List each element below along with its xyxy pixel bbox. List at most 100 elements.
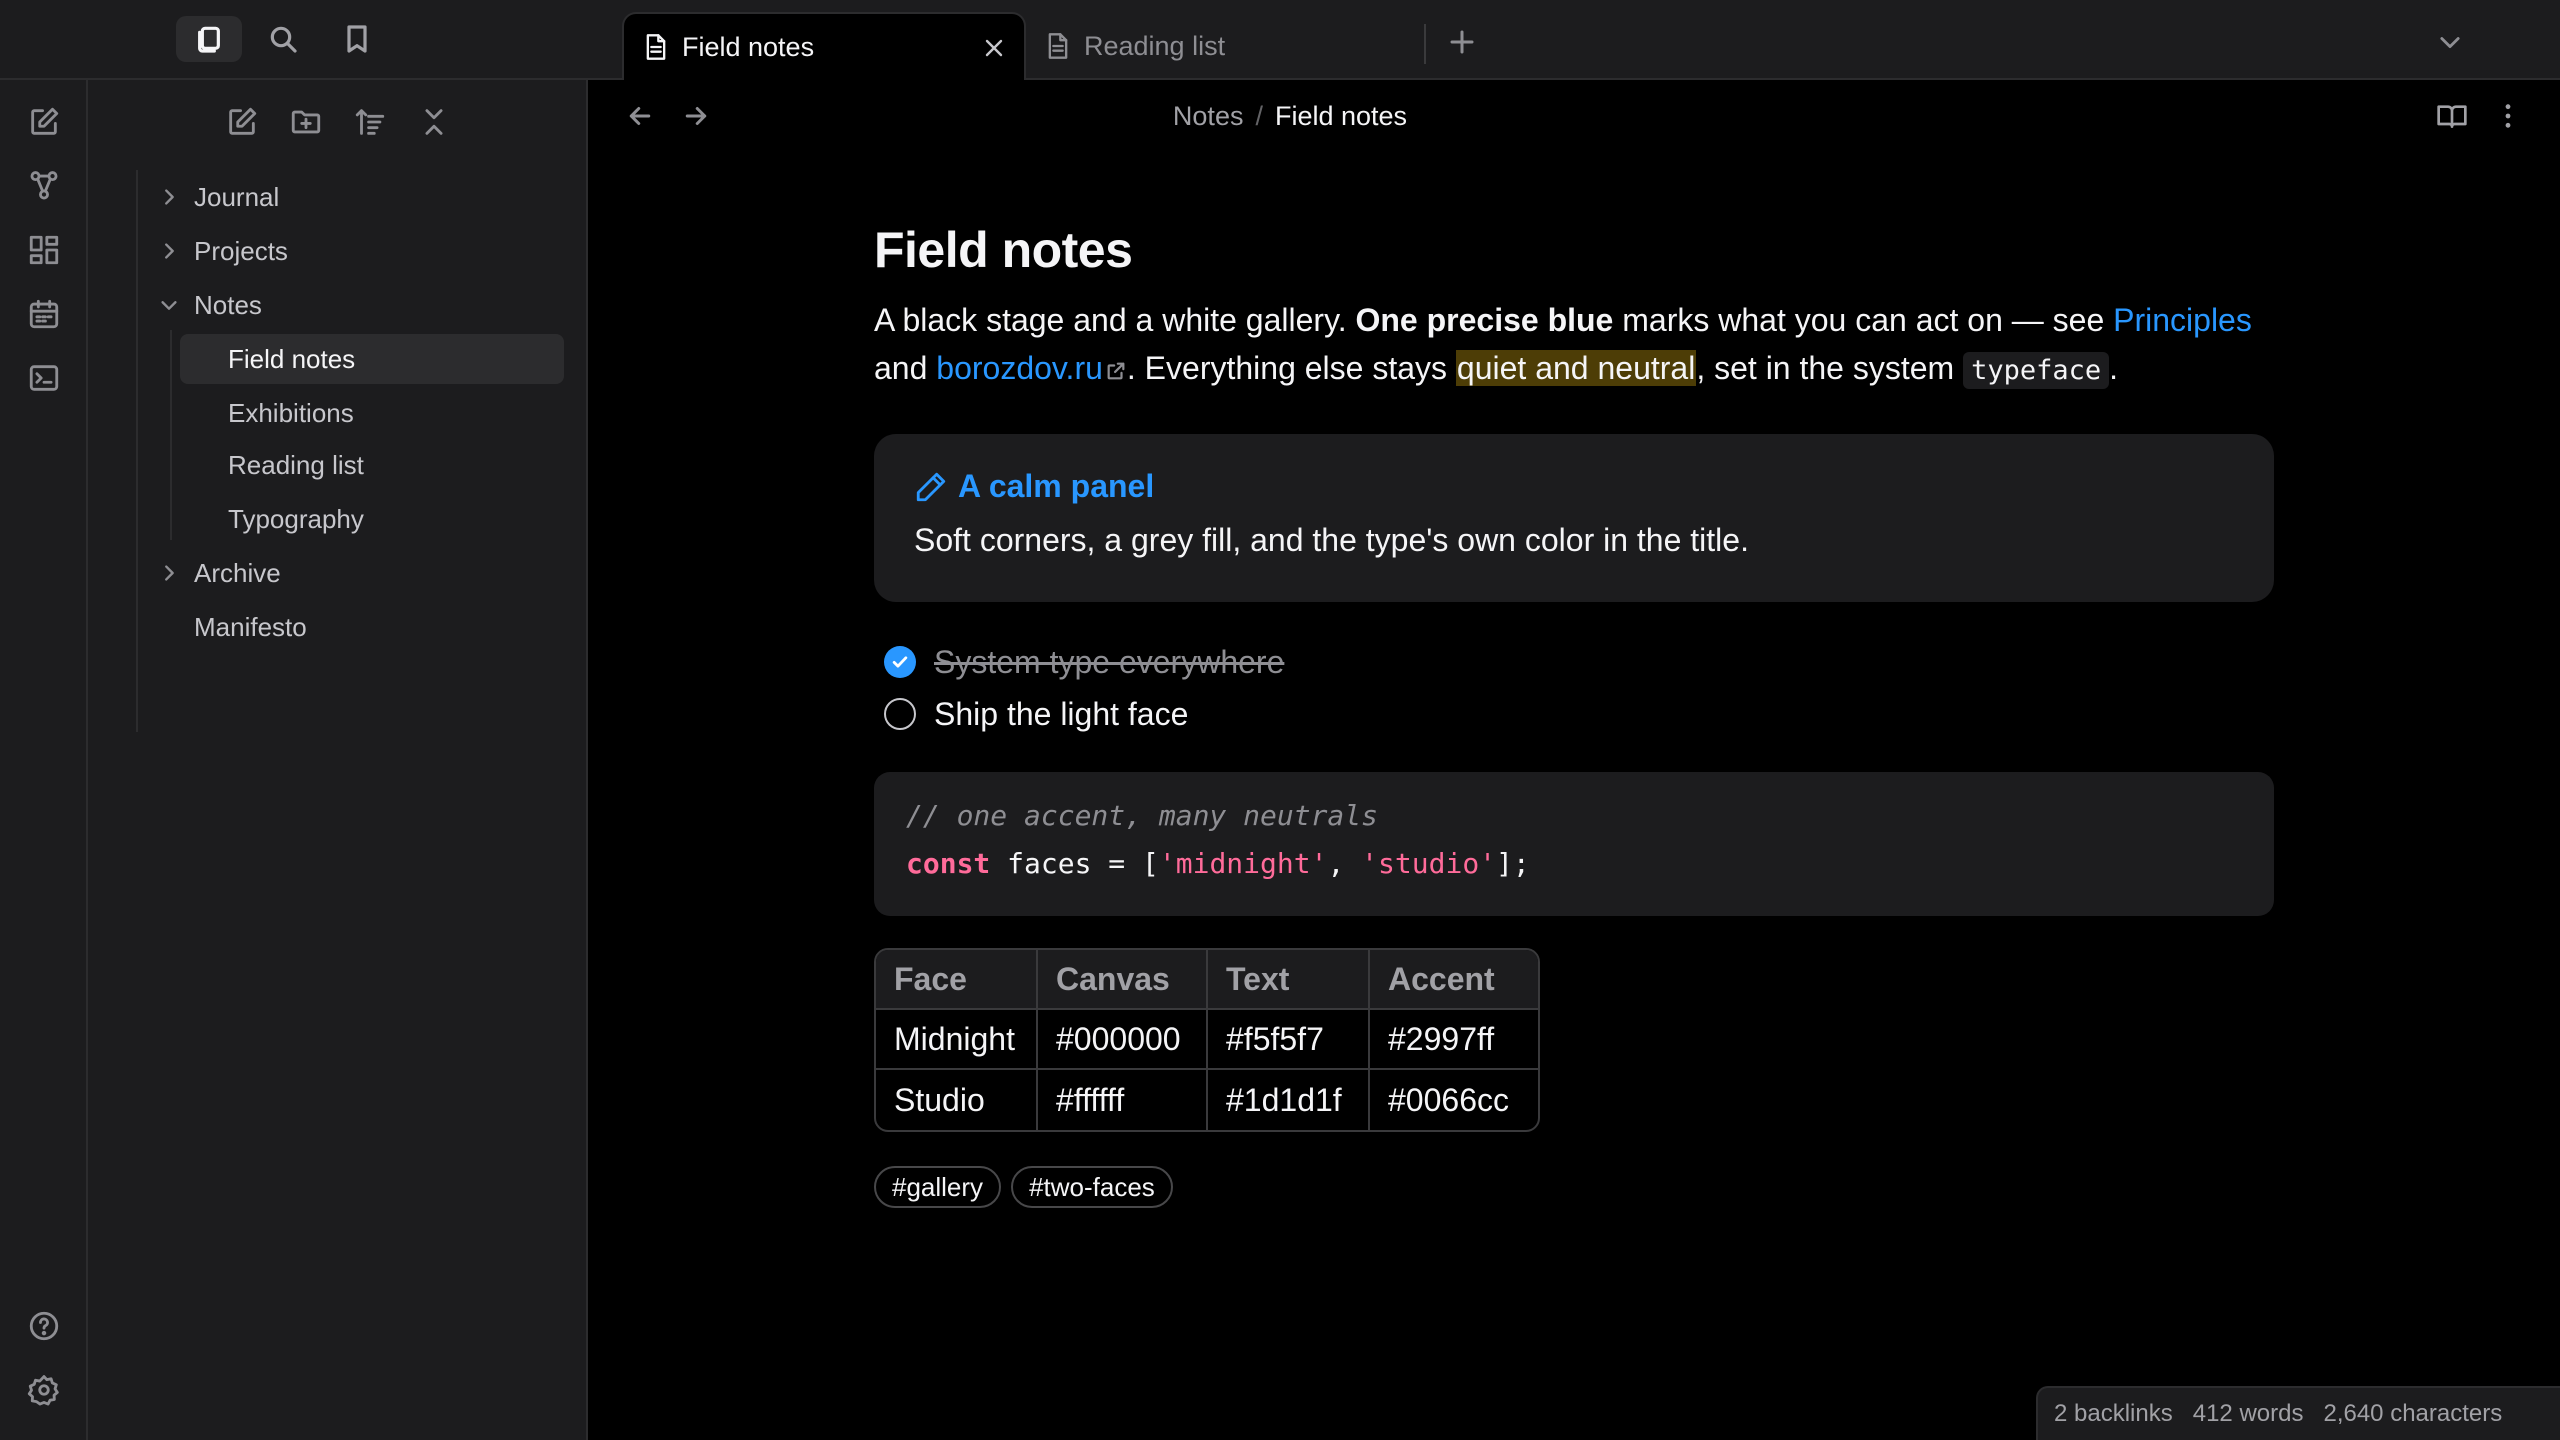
table-cell: Midnight	[876, 1010, 1038, 1070]
search-icon[interactable]	[250, 16, 316, 62]
tree-folder-notes[interactable]: Notes	[158, 280, 558, 330]
new-note-icon[interactable]	[220, 100, 264, 144]
external-link[interactable]: borozdov.ru	[936, 350, 1103, 386]
document-icon	[1046, 32, 1070, 60]
table-cell: #0066cc	[1388, 1081, 1509, 1118]
text: and	[874, 350, 937, 386]
checkbox-checked[interactable]	[884, 646, 916, 678]
tag-two-faces[interactable]: #two-faces	[1011, 1166, 1173, 1208]
tab-divider	[1424, 24, 1426, 64]
forward-arrow-icon[interactable]	[676, 96, 716, 136]
tree-file-reading-list[interactable]: Reading list	[180, 440, 564, 490]
color-table[interactable]: Face Canvas Text Accent Midnight #000000…	[874, 948, 1540, 1132]
table-cell: Studio	[876, 1070, 1038, 1130]
tag-gallery[interactable]: #gallery	[874, 1166, 1002, 1208]
tree-label: Notes	[194, 289, 262, 320]
reading-mode-icon[interactable]	[2432, 96, 2472, 136]
code-string: 'studio'	[1361, 847, 1497, 880]
bookmark-icon[interactable]	[324, 16, 390, 62]
table-cell: #2997ff	[1370, 1010, 1538, 1070]
text: marks what you can act on — see	[1613, 302, 2114, 338]
chevron-down-icon[interactable]	[158, 294, 180, 316]
inline-code: typeface	[1963, 352, 2110, 389]
close-icon[interactable]	[978, 32, 1010, 64]
callout-body: Soft corners, a grey fill, and the type'…	[914, 522, 1749, 558]
bold-text: One precise blue	[1355, 302, 1614, 338]
help-icon[interactable]	[22, 1304, 66, 1348]
table-cell: #f5f5f7	[1208, 1010, 1370, 1070]
files-icon[interactable]	[176, 16, 242, 62]
code-string: 'midnight'	[1158, 847, 1328, 880]
collapse-all-icon[interactable]	[412, 100, 456, 144]
tab-reading-list[interactable]: Reading list	[1026, 12, 1422, 80]
tree-label: Exhibitions	[228, 397, 354, 428]
breadcrumb-current[interactable]: Field notes	[1275, 101, 1407, 132]
new-folder-icon[interactable]	[284, 100, 328, 144]
sort-icon[interactable]	[348, 100, 392, 144]
tree-label: Typography	[228, 503, 364, 534]
tree-file-exhibitions[interactable]: Exhibitions	[180, 388, 564, 438]
code-block[interactable]: // one accent, many neutrals const faces…	[874, 772, 2274, 916]
more-options-icon[interactable]	[2488, 96, 2528, 136]
tab-field-notes[interactable]: Field notes	[622, 12, 1026, 80]
status-bar: 2 backlinks 412 words 2,640 characters	[2036, 1386, 2560, 1440]
tab-label: Field notes	[682, 31, 815, 62]
note-content: Field notes A black stage and a white ga…	[874, 212, 2274, 1208]
tree-label: Reading list	[228, 449, 364, 480]
title-bar: Field notes Reading list	[0, 0, 2560, 80]
tree-file-field-notes[interactable]: Field notes	[180, 334, 564, 384]
code-text: ];	[1496, 847, 1530, 880]
chevron-right-icon[interactable]	[158, 186, 180, 208]
external-link-icon	[1105, 360, 1127, 382]
code-comment: // one accent, many neutrals	[906, 799, 1379, 832]
graph-icon[interactable]	[22, 164, 66, 208]
tree-file-manifesto[interactable]: Manifesto	[158, 602, 558, 652]
tree-folder-archive[interactable]: Archive	[158, 548, 558, 598]
character-count: 2,640 characters	[2323, 1400, 2503, 1427]
tree-file-typography[interactable]: Typography	[180, 494, 564, 544]
chevron-right-icon[interactable]	[158, 562, 180, 584]
table-header: Text	[1208, 950, 1370, 1010]
tag-list: #gallery #two-faces	[874, 1166, 1173, 1208]
file-explorer: Journal Projects Notes Field notes Exhib…	[88, 80, 588, 1440]
terminal-icon[interactable]	[22, 356, 66, 400]
ribbon	[0, 80, 88, 1440]
code-text: ,	[1327, 847, 1362, 880]
text: .	[2109, 350, 2119, 386]
code-line: const faces = ['midnight', 'studio'];	[906, 840, 2242, 888]
tree-folder-journal[interactable]: Journal	[158, 172, 558, 222]
tree-label: Manifesto	[194, 611, 307, 642]
new-note-icon[interactable]	[22, 100, 66, 144]
callout[interactable]: A calm panel Soft corners, a grey fill, …	[874, 434, 2274, 602]
tree-label: Archive	[194, 557, 281, 588]
canvas-icon[interactable]	[22, 228, 66, 272]
callout-title-text: A calm panel	[958, 468, 1155, 504]
word-count: 412 words	[2192, 1400, 2304, 1427]
internal-link-principles[interactable]: Principles	[2113, 302, 2252, 338]
back-arrow-icon[interactable]	[620, 96, 660, 136]
settings-icon[interactable]	[22, 1368, 66, 1412]
chevron-right-icon[interactable]	[158, 240, 180, 262]
table-cell: #ffffff	[1038, 1070, 1208, 1130]
sidebar-tab-switcher	[88, 0, 588, 80]
tree-label: Projects	[194, 235, 288, 266]
text: A black stage and a white gallery.	[874, 302, 1356, 338]
tree-label: Field notes	[228, 343, 356, 374]
breadcrumb-parent[interactable]: Notes	[1173, 101, 1244, 132]
breadcrumb: Notes / Field notes	[1000, 96, 1580, 136]
note-title[interactable]: Field notes	[874, 212, 2274, 288]
chevron-down-icon[interactable]	[2430, 22, 2470, 62]
new-tab-icon[interactable]	[1444, 22, 1480, 62]
tree-folder-projects[interactable]: Projects	[158, 226, 558, 276]
breadcrumb-separator: /	[1255, 100, 1263, 131]
code-text: faces = [	[990, 847, 1159, 880]
text: , set in the system	[1696, 350, 1964, 386]
backlinks-count[interactable]: 2 backlinks	[2054, 1400, 2173, 1428]
table-cell: #1d1d1f	[1208, 1070, 1370, 1130]
task-item: Ship the light face	[884, 692, 1188, 736]
highlighted-text: quiet and neutral	[1455, 350, 1697, 386]
checkbox-unchecked[interactable]	[884, 698, 916, 730]
table-header-row: Face Canvas Text Accent	[876, 950, 1538, 1010]
calendar-icon[interactable]	[22, 292, 66, 336]
task-label: System type everywhere	[934, 643, 1285, 680]
